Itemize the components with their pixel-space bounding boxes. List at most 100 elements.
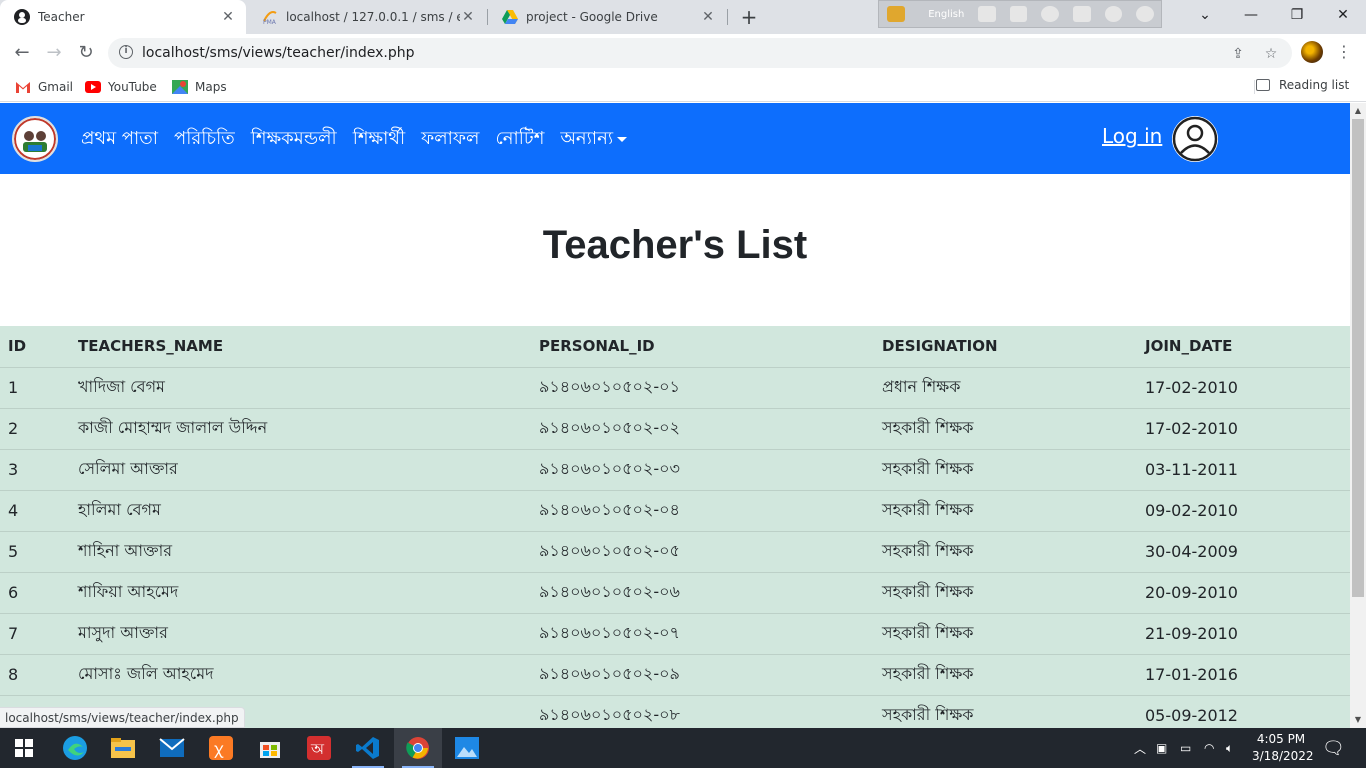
browser-toolbar: ← → ↻ i localhost/sms/views/teacher/inde… xyxy=(0,34,1366,72)
menu-others-dropdown[interactable]: অন্যান্য xyxy=(560,124,628,155)
cell-personal-id: ৯১৪০৬০১০৫০২-০৮ xyxy=(531,695,874,728)
google-drive-favicon-icon xyxy=(502,9,518,25)
share-icon[interactable]: ⇪ xyxy=(1230,46,1246,62)
cell-join-date: 21-09-2010 xyxy=(1137,613,1350,655)
bookmark-star-icon[interactable]: ☆ xyxy=(1263,46,1279,62)
table-row: 3 সেলিমা আক্তার ৯১৪০৬০১০৫০২-০৩ সহকারী শি… xyxy=(0,449,1350,491)
cell-name: সেলিমা আক্তার xyxy=(70,449,531,491)
login-link[interactable]: Log in xyxy=(1102,124,1162,148)
status-url-tooltip: localhost/sms/views/teacher/index.php xyxy=(0,707,245,728)
cell-join-date: 17-01-2016 xyxy=(1137,654,1350,696)
table-row: 6 শাফিয়া আহমেদ ৯১৪০৬০১০৫০২-০৬ সহকারী শি… xyxy=(0,572,1350,614)
cell-id: 8 xyxy=(0,654,70,696)
microsoft-store-icon[interactable] xyxy=(246,728,294,768)
windows-logo-icon xyxy=(15,739,33,757)
bookmark-maps[interactable]: Maps xyxy=(172,78,227,96)
tab-close-icon[interactable]: ✕ xyxy=(700,9,716,25)
cell-join-date: 30-04-2009 xyxy=(1137,531,1350,573)
menu-home[interactable]: প্রথম পাতা xyxy=(81,124,158,155)
column-header-designation: DESIGNATION xyxy=(874,326,1137,368)
vscode-icon[interactable] xyxy=(344,728,392,768)
mail-icon[interactable] xyxy=(148,728,196,768)
cell-personal-id: ৯১৪০৬০১০৫০২-০৩ xyxy=(531,449,874,491)
menu-teachers[interactable]: শিক্ষকমন্ডলী xyxy=(251,124,337,155)
tab-close-icon[interactable]: ✕ xyxy=(220,9,236,25)
language-label[interactable]: English xyxy=(922,9,971,20)
scrollbar-thumb[interactable] xyxy=(1352,119,1364,597)
menu-students[interactable]: শিক্ষার্থী xyxy=(353,124,405,155)
chrome-menu-icon[interactable]: ⋮ xyxy=(1336,42,1352,62)
back-arrow-icon[interactable]: ← xyxy=(10,41,34,65)
xampp-icon[interactable]: ꭓ xyxy=(197,728,245,768)
language-toolbar: English xyxy=(878,0,1162,28)
cell-id: 5 xyxy=(0,531,70,573)
profile-avatar[interactable] xyxy=(1301,41,1323,63)
chrome-icon[interactable] xyxy=(394,728,442,768)
new-tab-plus-icon[interactable]: + xyxy=(737,4,761,30)
phpmyadmin-favicon-icon: PMA xyxy=(262,9,278,26)
site-info-icon[interactable]: i xyxy=(119,45,133,59)
scroll-down-arrow-icon[interactable]: ▼ xyxy=(1350,712,1366,728)
system-tray: ︿ ▣ ▭ ◠ 🔈︎ xyxy=(1134,728,1242,768)
svg-text:অ: অ xyxy=(310,740,325,758)
table-row: 7 মাসুদা আক্তার ৯১৪০৬০১০৫০২-০৭ সহকারী শি… xyxy=(0,613,1350,655)
start-button[interactable] xyxy=(0,728,48,768)
notifications-icon[interactable]: 🗨︎ xyxy=(1322,728,1345,768)
help-icon[interactable] xyxy=(1104,6,1123,22)
info-icon[interactable] xyxy=(1136,6,1154,22)
teachers-table: ID TEACHERS_NAME PERSONAL_ID DESIGNATION… xyxy=(0,326,1350,728)
gear-icon[interactable] xyxy=(1041,6,1059,22)
edge-icon[interactable] xyxy=(51,728,99,768)
bookmark-youtube[interactable]: YouTube xyxy=(85,78,157,96)
column-header-name: TEACHERS_NAME xyxy=(70,326,531,368)
file-explorer-icon[interactable] xyxy=(99,728,147,768)
table-row: 2 কাজী মোহাম্মদ জালাল উদ্দিন ৯১৪০৬০১০৫০২… xyxy=(0,408,1350,450)
tab-search-chevron-down-icon[interactable]: ⌄ xyxy=(1182,0,1228,30)
reading-list-button[interactable]: Reading list xyxy=(1256,78,1349,92)
clock-time: 4:05 PM xyxy=(1256,732,1306,746)
bookmark-label: YouTube xyxy=(108,80,157,94)
reload-icon[interactable]: ↻ xyxy=(74,41,98,65)
cell-designation: সহকারী শিক্ষক xyxy=(874,490,1137,532)
cell-designation: সহকারী শিক্ষক xyxy=(874,572,1137,614)
avro-keyboard-icon[interactable] xyxy=(887,6,905,22)
cell-designation: সহকারী শিক্ষক xyxy=(874,613,1137,655)
minimize-icon[interactable]: — xyxy=(1228,0,1274,30)
wifi-icon[interactable]: ◠ xyxy=(1204,741,1220,755)
bookmarks-bar: Gmail YouTube Maps Reading list xyxy=(0,72,1366,102)
keyboard-icon[interactable] xyxy=(977,6,996,22)
avro-icon[interactable]: অ xyxy=(295,728,343,768)
taskbar-clock[interactable]: 4:05 PM 3/18/2022 xyxy=(1252,731,1314,765)
menu-results[interactable]: ফলাফল xyxy=(421,124,479,155)
cell-designation: প্রধান শিক্ষক xyxy=(874,367,1137,409)
cell-name: খাদিজা বেগম xyxy=(70,367,531,409)
site-menu: প্রথম পাতা পরিচিতি শিক্ষকমন্ডলী শিক্ষার্… xyxy=(81,124,628,155)
volume-icon[interactable]: 🔈︎ xyxy=(1226,741,1242,756)
battery-icon[interactable]: ▭ xyxy=(1180,741,1196,755)
scroll-up-arrow-icon[interactable]: ▲ xyxy=(1350,103,1366,119)
tab-close-icon[interactable]: ✕ xyxy=(460,9,476,25)
font-icon[interactable] xyxy=(1009,6,1028,22)
tab-phpmyadmin[interactable]: PMA localhost / 127.0.0.1 / sms / even ✕ xyxy=(248,0,486,34)
menu-notice[interactable]: নোটিশ xyxy=(495,124,544,155)
restore-icon[interactable]: ❐ xyxy=(1274,0,1320,30)
url-text[interactable]: localhost/sms/views/teacher/index.php xyxy=(142,45,415,61)
edit-icon[interactable] xyxy=(1072,6,1091,22)
show-hidden-icons-chevron-up-icon[interactable]: ︿ xyxy=(1134,740,1148,757)
cell-id: 1 xyxy=(0,367,70,409)
forward-arrow-icon[interactable]: → xyxy=(42,41,66,65)
bookmark-gmail[interactable]: Gmail xyxy=(15,78,73,96)
cell-join-date: 03-11-2011 xyxy=(1137,449,1350,491)
menu-about[interactable]: পরিচিতি xyxy=(174,124,235,155)
tab-teacher[interactable]: Teacher ✕ xyxy=(0,0,246,34)
address-bar[interactable]: i localhost/sms/views/teacher/index.php … xyxy=(108,38,1292,68)
table-row: 1 খাদিজা বেগম ৯১৪০৬০১০৫০২-০১ প্রধান শিক্… xyxy=(0,367,1350,409)
meet-now-icon[interactable]: ▣ xyxy=(1156,741,1172,755)
photos-icon[interactable] xyxy=(443,728,491,768)
school-logo[interactable] xyxy=(12,116,58,162)
tab-google-drive[interactable]: project - Google Drive ✕ xyxy=(488,0,726,34)
user-avatar-icon[interactable] xyxy=(1172,116,1218,162)
page-scrollbar[interactable]: ▲ ▼ xyxy=(1350,103,1366,728)
close-window-icon[interactable]: ✕ xyxy=(1320,0,1366,30)
page-viewport: প্রথম পাতা পরিচিতি শিক্ষকমন্ডলী শিক্ষার্… xyxy=(0,103,1350,728)
